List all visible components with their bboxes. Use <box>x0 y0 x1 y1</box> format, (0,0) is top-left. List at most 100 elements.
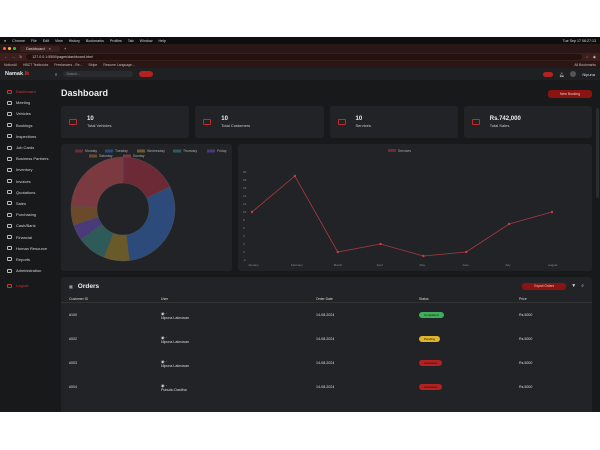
gear-icon <box>7 268 12 273</box>
data-point[interactable] <box>379 242 382 246</box>
stat-label: Total Sales <box>489 123 510 128</box>
legend-swatch <box>207 149 215 153</box>
sidebar-item-inspections[interactable]: Inspections <box>0 131 56 142</box>
bank-icon <box>7 223 12 228</box>
menu-toggle-icon[interactable]: ≡ <box>55 72 57 77</box>
sidebar-item-meeting[interactable]: Meeting <box>0 97 56 108</box>
sidebar-item-cash-bank[interactable]: Cash/Bank <box>0 220 56 231</box>
sidebar-item-purchasing[interactable]: Purchasing <box>0 209 56 220</box>
sidebar-item-human-resource[interactable]: Human Resource <box>0 243 56 254</box>
sidebar-item-label: Job Cards <box>16 145 35 151</box>
y-tick-label: -2 <box>243 258 246 262</box>
browser-tab[interactable]: Dashboard × <box>20 45 60 52</box>
menu-item[interactable]: View <box>55 39 63 43</box>
reload-icon[interactable]: ↻ <box>19 55 22 59</box>
sidebar-item-bookings[interactable]: Bookings <box>0 120 56 131</box>
sidebar-item-sales[interactable]: Sales <box>0 198 56 209</box>
table-row[interactable]: #002 ◉ · Nipuna Lakruwan 14-08-2024 Pending R… <box>61 327 592 351</box>
sidebar-item-label: Administration <box>16 268 42 274</box>
menu-item[interactable]: Bookmarks <box>86 39 104 43</box>
menu-item[interactable]: Tab <box>128 39 134 43</box>
table-row[interactable]: #004 ◉ · Pubudu Dasitha 14-08-2024 Canceled R… <box>61 375 592 399</box>
sidebar-item-reports[interactable]: Reports <box>0 254 56 265</box>
order-user: ◉ · Nipuna Lakruwan <box>161 359 316 368</box>
avatar[interactable] <box>570 71 577 77</box>
sidebar-item-dashboard[interactable]: Dashboard <box>0 86 56 97</box>
sidebar-item-quotations[interactable]: Quotations <box>0 187 56 198</box>
sidebar-item-job-cards[interactable]: Job Cards <box>0 142 56 153</box>
bookmark-item[interactable]: Freelancers - Re... <box>54 63 82 67</box>
stat-card: 10 Total Customers <box>195 106 324 138</box>
y-tick-label: 12 <box>243 202 247 206</box>
table-row[interactable]: #100 ◉ · Nipuna Lakruwan 14-08-2024 Complete… <box>61 303 592 327</box>
back-icon[interactable]: ← <box>4 55 8 59</box>
stat-card: Rs.742,000 Total Sales <box>463 106 592 138</box>
minimize-window-button[interactable] <box>8 47 11 50</box>
app-logo[interactable]: Namak.lk <box>5 71 49 77</box>
all-bookmarks-button[interactable]: All Bookmarks <box>574 63 596 67</box>
data-point[interactable] <box>507 222 511 226</box>
x-tick-label: April <box>377 263 383 267</box>
url-field[interactable]: 127.0.0.1:5500/pages/dashboard.html <box>26 54 582 60</box>
y-tick-label: 2 <box>243 242 245 246</box>
menu-item[interactable]: Help <box>158 39 165 43</box>
user-name[interactable]: Nipuna <box>582 72 595 77</box>
export-button[interactable]: Export Orders <box>522 282 567 290</box>
bookmark-item[interactable]: HBCT Textbooks <box>23 63 48 67</box>
data-point[interactable] <box>422 254 425 258</box>
search-button[interactable] <box>139 71 154 77</box>
theme-toggle[interactable] <box>543 71 554 77</box>
data-point[interactable] <box>336 250 339 254</box>
search-icon[interactable]: ⌕ <box>581 283 584 289</box>
user-name: Nipuna Lakruwan <box>161 315 189 320</box>
stat-value: 10 <box>87 116 94 122</box>
bookmark-item[interactable]: NotionAI <box>4 63 17 67</box>
close-window-button[interactable] <box>3 47 6 50</box>
legend-label: Services <box>398 149 411 153</box>
menu-item[interactable]: File <box>31 39 37 43</box>
bell-icon[interactable]: 🔔︎ <box>559 72 564 77</box>
data-point[interactable] <box>465 250 468 254</box>
sidebar-item-inventory[interactable]: Inventory <box>0 164 56 175</box>
legend-swatch <box>173 149 181 153</box>
sidebar-item-business-partners[interactable]: Business Partners <box>0 153 56 164</box>
bookmark-item[interactable]: Resume Language... <box>103 63 134 67</box>
column-header[interactable]: Status <box>419 297 519 301</box>
sidebar-item-administration[interactable]: Administration <box>0 265 56 276</box>
zoom-window-button[interactable] <box>13 47 16 50</box>
data-point[interactable] <box>293 174 297 178</box>
app-window: Namak.lk ≡ Search... 🔔︎ Nipuna Dashboard… <box>0 68 600 412</box>
apple-icon[interactable]: ● <box>4 39 6 43</box>
menu-item[interactable]: Edit <box>43 39 49 43</box>
star-icon[interactable]: ☆ <box>586 55 589 59</box>
column-header[interactable]: Price <box>519 297 584 301</box>
profile-icon[interactable]: ◉ <box>593 55 596 59</box>
menu-item[interactable]: History <box>69 39 80 43</box>
menu-item[interactable]: Window <box>140 39 153 43</box>
table-row[interactable]: #003 ◉ · Nipuna Lakruwan 14-08-2024 Canceled… <box>61 351 592 375</box>
filter-icon[interactable]: ▼ <box>571 283 576 289</box>
new-tab-button[interactable]: + <box>64 47 66 51</box>
close-tab-icon[interactable]: × <box>49 47 51 51</box>
column-header[interactable]: Order Date <box>316 297 419 301</box>
scrollbar[interactable] <box>596 108 599 198</box>
data-point[interactable] <box>550 210 554 214</box>
address-bar-row: ← → ↻ 127.0.0.1:5500/pages/dashboard.htm… <box>0 53 600 61</box>
logout-button[interactable]: Logout <box>0 280 56 291</box>
pie-slice-tuesday[interactable] <box>126 186 176 261</box>
menu-item[interactable]: Profiles <box>110 39 122 43</box>
column-header[interactable]: Customer ID <box>69 297 161 301</box>
sidebar-item-vehicles[interactable]: Vehicles <box>0 108 56 119</box>
bookmark-item[interactable]: Stripe <box>88 63 97 67</box>
new-booking-button[interactable]: New Booking <box>548 90 592 98</box>
sidebar-item-financial[interactable]: Financial <box>0 231 56 242</box>
search-input[interactable]: Search... <box>63 71 134 77</box>
forward-icon[interactable]: → <box>12 55 16 59</box>
column-header[interactable]: User <box>161 297 316 301</box>
sidebar-item-invoices[interactable]: Invoices <box>0 176 56 187</box>
menu-item[interactable]: Chrome <box>12 39 25 43</box>
pie-slice-sunday[interactable] <box>70 156 124 208</box>
data-point[interactable] <box>250 210 254 214</box>
bookmarks-bar: NotionAI HBCT Textbooks Freelancers - Re..… <box>0 61 600 68</box>
line-chart-panel: Services 20 18 16 14 12 10 8 6 4 2 0 -2 January Februa… <box>238 144 592 271</box>
